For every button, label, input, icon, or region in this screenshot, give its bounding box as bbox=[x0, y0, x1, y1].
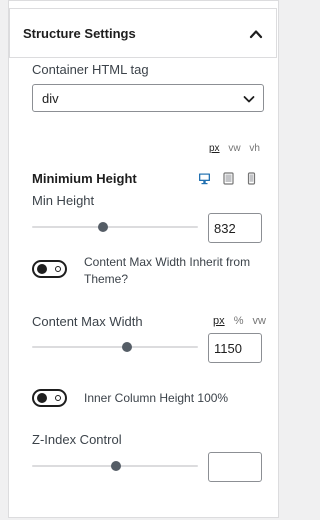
content-width-inherit-label: Content Max Width Inherit from Theme? bbox=[84, 255, 251, 286]
min-height-slider-thumb[interactable] bbox=[98, 222, 108, 232]
toggle-knob bbox=[37, 264, 47, 274]
min-height-input[interactable]: 832 bbox=[208, 213, 262, 243]
min-height-label: Min Height bbox=[32, 193, 95, 208]
chevron-down-icon bbox=[243, 96, 255, 103]
desktop-icon[interactable] bbox=[198, 172, 211, 185]
unit-vh[interactable]: vh bbox=[249, 143, 260, 154]
content-max-width-input[interactable]: 1150 bbox=[208, 333, 262, 363]
chevron-up-icon[interactable] bbox=[249, 27, 263, 41]
content-max-width-slider-thumb[interactable] bbox=[122, 342, 132, 352]
unit-vw[interactable]: vw bbox=[228, 143, 240, 154]
container-tag-label: Container HTML tag bbox=[32, 62, 149, 77]
container-tag-select[interactable]: div bbox=[32, 84, 264, 112]
unit-px[interactable]: px bbox=[213, 315, 225, 327]
mobile-icon[interactable] bbox=[245, 172, 258, 185]
inner-column-height-label: Inner Column Height 100% bbox=[84, 391, 229, 405]
structure-settings-header[interactable]: Structure Settings bbox=[9, 8, 277, 58]
unit-percent[interactable]: % bbox=[234, 315, 244, 327]
z-index-input[interactable] bbox=[208, 452, 262, 482]
z-index-slider-thumb[interactable] bbox=[111, 461, 121, 471]
min-height-heading: Minimium Height bbox=[32, 171, 137, 186]
toggle-knob bbox=[37, 393, 47, 403]
unit-vw[interactable]: vw bbox=[253, 315, 266, 327]
unit-px[interactable]: px bbox=[209, 143, 220, 154]
content-max-width-slider-track[interactable] bbox=[32, 346, 198, 348]
container-tag-value: div bbox=[42, 91, 59, 106]
tablet-icon[interactable] bbox=[222, 172, 235, 185]
min-height-unit-selector: px vw vh bbox=[203, 143, 260, 154]
inner-column-height-toggle[interactable] bbox=[32, 389, 67, 407]
content-max-width-label: Content Max Width bbox=[32, 314, 143, 329]
min-height-slider-track[interactable] bbox=[32, 226, 198, 228]
content-width-inherit-toggle[interactable] bbox=[32, 260, 67, 278]
panel-title: Structure Settings bbox=[23, 26, 136, 41]
content-max-width-unit-selector: px % vw bbox=[207, 315, 266, 327]
toggle-off-indicator bbox=[55, 395, 61, 401]
toggle-off-indicator bbox=[55, 266, 61, 272]
z-index-label: Z-Index Control bbox=[32, 432, 122, 447]
